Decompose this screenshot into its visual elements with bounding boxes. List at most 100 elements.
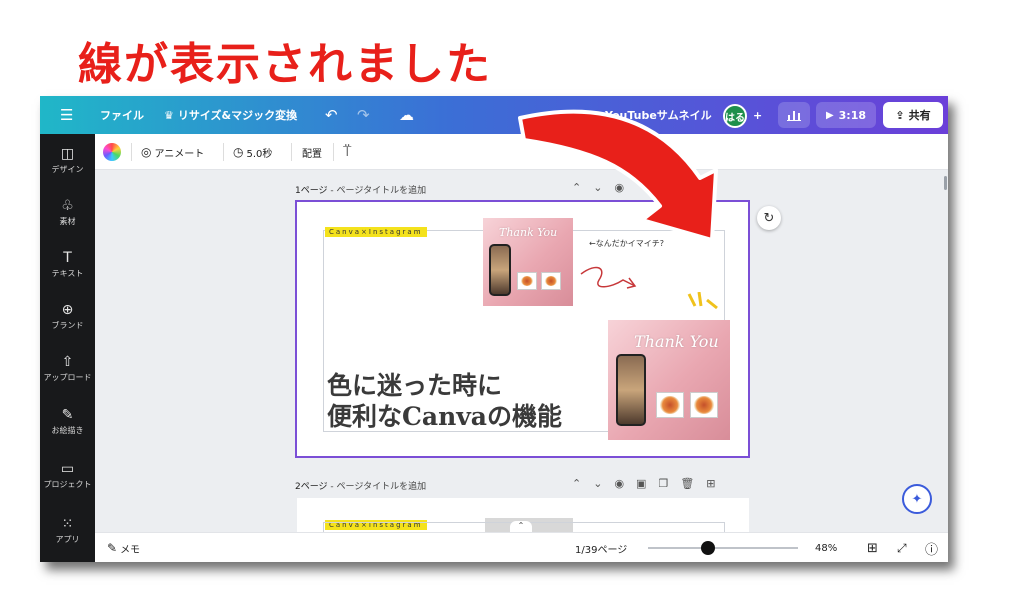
grid-view-icon[interactable]: ⊞: [867, 533, 878, 562]
page-number-label: 1ページ: [295, 186, 328, 196]
upload-icon: ⇧: [61, 354, 74, 370]
sidebar-item-draw[interactable]: ✎ お絵描き: [40, 407, 95, 436]
lock-icon[interactable]: ▣: [636, 477, 646, 490]
sidebar-item-label: 素材: [59, 217, 76, 226]
sidebar-item-label: ブランド: [51, 321, 84, 330]
notes-icon: ✎: [107, 541, 118, 555]
tagline-badge[interactable]: Canva×Instagram: [325, 227, 427, 237]
zoom-level[interactable]: 48%: [815, 533, 837, 562]
sidebar-item-label: プロジェクト: [43, 480, 92, 489]
notes-button[interactable]: ✎ メモ: [107, 533, 140, 562]
chevron-down-icon[interactable]: ⌄: [593, 477, 602, 490]
undo-icon[interactable]: ↶: [325, 96, 338, 134]
sidebar-item-label: アップロード: [43, 373, 92, 382]
add-collaborator-icon[interactable]: +: [753, 96, 762, 134]
top-bar: ☰ ファイル ♛ リサイズ&マジック変換 ↶ ↷ ☁ YouTubeサムネイル …: [40, 96, 948, 134]
magic-sparkle-icon[interactable]: ✦: [902, 484, 932, 514]
duplicate-icon[interactable]: ❐: [658, 477, 668, 490]
page-2-tools: ⌃ ⌄ ◉ ▣ ❐ 🗑 ⊞: [572, 477, 716, 490]
thumbnail-title: Thank You: [499, 226, 558, 239]
hand-drawn-arrow[interactable]: [577, 258, 647, 298]
folder-icon: ▭: [60, 461, 75, 477]
main-text-line-2: 便利なCanvaの機能: [327, 402, 562, 431]
chevron-up-icon[interactable]: ⌃: [572, 181, 581, 194]
cloud-check-icon[interactable]: ☁: [399, 96, 414, 134]
page-number-label: 2ページ: [295, 482, 328, 492]
page-2-header[interactable]: 2ページ - ページタイトルを追加: [295, 479, 426, 492]
page-1-header[interactable]: 1ページ - ページタイトルを追加: [295, 183, 426, 196]
color-picker-button[interactable]: [103, 134, 121, 170]
sidebar-item-upload[interactable]: ⇧ アップロード: [40, 354, 95, 383]
thank-you-thumbnail-small[interactable]: Thank You: [483, 218, 573, 306]
page-counter[interactable]: 1/39ページ: [575, 533, 627, 562]
crown-icon: ♛: [164, 108, 174, 122]
food-image: [690, 392, 718, 418]
headline-caption: 線が表示されました: [78, 39, 492, 90]
toolbar-divider: [131, 143, 132, 161]
animate-button[interactable]: ◎ アニメート: [141, 134, 204, 170]
page-title-placeholder: ページタイトルを追加: [336, 186, 427, 196]
play-icon: ▶: [825, 109, 834, 121]
resize-button[interactable]: ♛ リサイズ&マジック変換: [164, 96, 297, 134]
sidebar-item-projects[interactable]: ▭ プロジェクト: [40, 461, 95, 490]
trash-icon[interactable]: 🗑: [680, 181, 694, 194]
help-icon[interactable]: ⓘ: [925, 533, 938, 562]
eye-icon[interactable]: ◉: [614, 181, 624, 194]
eye-icon[interactable]: ◉: [614, 477, 624, 490]
sidebar-item-text[interactable]: T テキスト: [40, 250, 95, 279]
duration-label: 5.0秒: [246, 148, 273, 160]
chevron-down-icon[interactable]: ⌄: [593, 181, 602, 194]
editor-toolbar: ◎ アニメート ◷ 5.0秒 配置 ⍡: [95, 134, 948, 170]
apps-icon: ⁙: [61, 516, 74, 532]
toolbar-divider: [291, 143, 292, 161]
clock-icon: ◷: [233, 145, 244, 159]
design-icon: ◫: [60, 146, 75, 162]
bottom-bar: ✎ メモ 1/39ページ 48% ⊞ ⤢ ⓘ: [95, 532, 948, 562]
sidebar-item-label: お絵描き: [51, 426, 84, 435]
page-1-canvas[interactable]: Canva×Instagram Thank You ←なんだかイマイチ? Tha…: [295, 200, 750, 458]
sidebar-item-design[interactable]: ◫ デザイン: [40, 146, 95, 175]
thank-you-thumbnail-large[interactable]: Thank You: [608, 320, 730, 440]
add-page-icon[interactable]: ⊞: [706, 477, 715, 490]
sidebar-item-apps[interactable]: ⁙ アプリ: [40, 516, 95, 545]
share-button[interactable]: ⇪ 共有: [883, 102, 943, 128]
draw-icon: ✎: [61, 407, 74, 423]
add-page-icon[interactable]: ⊞: [706, 181, 715, 194]
document-title[interactable]: YouTubeサムネイル: [605, 96, 712, 134]
brand-icon: ⊕: [61, 302, 74, 318]
resize-label: リサイズ&マジック変換: [177, 109, 298, 122]
redo-icon[interactable]: ↷: [357, 96, 370, 134]
bar-chart-icon[interactable]: [778, 102, 810, 128]
position-button[interactable]: 配置: [302, 134, 322, 170]
color-wheel-icon: [103, 143, 121, 161]
notes-label: メモ: [120, 544, 141, 556]
page-title-placeholder: ページタイトルを追加: [336, 482, 427, 492]
sidebar-item-brand[interactable]: ⊕ ブランド: [40, 302, 95, 331]
page-1-tools: ⌃ ⌄ ◉ ▣ ❐ 🗑 ⊞: [572, 181, 716, 194]
main-text[interactable]: 色に迷った時に 便利なCanvaの機能: [327, 370, 562, 432]
sidebar: ◫ デザイン ♧ 素材 T テキスト ⊕ ブランド ⇧ アップロード ✎ お絵描き ▭ プロジ…: [40, 134, 95, 562]
zoom-slider[interactable]: [648, 547, 798, 549]
sidebar-item-elements[interactable]: ♧ 素材: [40, 198, 95, 227]
food-image: [541, 272, 561, 290]
zoom-slider-thumb[interactable]: [701, 541, 715, 555]
duration-button[interactable]: ◷ 5.0秒: [233, 134, 272, 170]
file-menu[interactable]: ファイル: [100, 96, 144, 134]
fullscreen-icon[interactable]: ⤢: [897, 533, 907, 562]
present-button[interactable]: ▶ 3:18: [816, 102, 876, 128]
share-icon: ⇪: [895, 108, 905, 122]
trash-icon[interactable]: 🗑: [680, 477, 694, 490]
play-time: 3:18: [838, 108, 867, 122]
highlight-strokes: [687, 292, 718, 310]
chevron-up-icon[interactable]: ⌃: [572, 477, 581, 490]
elements-icon: ♧: [61, 198, 74, 214]
refresh-icon[interactable]: ↻: [757, 206, 781, 230]
paint-roller-icon[interactable]: ⍡: [343, 134, 351, 170]
scrollbar-thumb[interactable]: [944, 176, 947, 190]
food-image: [656, 392, 684, 418]
avatar[interactable]: はる: [723, 104, 747, 128]
thumbnail-title: Thank You: [634, 332, 719, 351]
phone-image: [489, 244, 511, 296]
menu-icon[interactable]: ☰: [60, 96, 73, 134]
note-text[interactable]: ←なんだかイマイチ?: [589, 238, 664, 249]
